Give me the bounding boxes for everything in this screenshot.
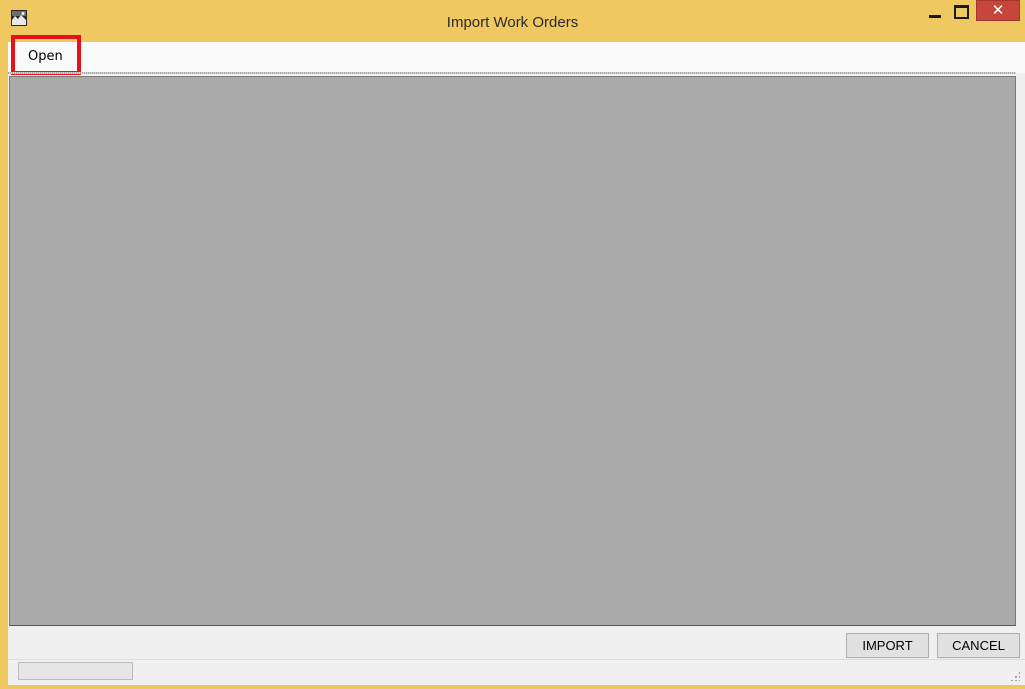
menu-bar: Open <box>8 35 1025 75</box>
work-orders-content-pane[interactable] <box>9 76 1016 626</box>
import-work-orders-window: Import Work Orders ✕ Open IMPORT CANCEL <box>0 0 1025 689</box>
progress-bar <box>18 662 133 680</box>
window-title: Import Work Orders <box>446 14 579 31</box>
minimize-icon <box>929 15 941 18</box>
close-button[interactable]: ✕ <box>976 0 1020 21</box>
status-bar <box>8 659 1025 685</box>
maximize-icon <box>954 5 969 19</box>
highlight-annotation <box>11 35 81 75</box>
import-button[interactable]: IMPORT <box>846 633 929 658</box>
cancel-button[interactable]: CANCEL <box>937 633 1020 658</box>
maximize-button[interactable] <box>948 0 974 21</box>
close-icon: ✕ <box>991 1 1005 19</box>
menu-separator <box>8 72 1016 74</box>
minimize-button[interactable] <box>922 0 948 21</box>
title-bar[interactable]: Import Work Orders ✕ <box>0 0 1025 42</box>
